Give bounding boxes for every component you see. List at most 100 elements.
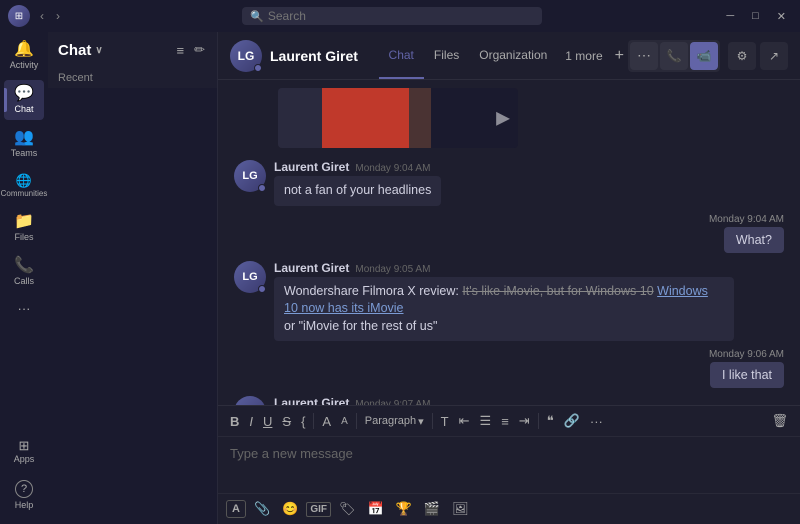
back-button[interactable]: ‹ <box>36 7 48 25</box>
sidebar-item-help[interactable]: ? Help <box>4 474 44 516</box>
minimize-button[interactable]: ─ <box>720 8 740 24</box>
sidebar-item-apps[interactable]: ⊞ Apps <box>4 433 44 470</box>
message-meta: Laurent Giret Monday 9:04 AM <box>274 160 441 174</box>
search-input[interactable] <box>268 9 534 23</box>
numbered-list-button[interactable]: ≡ <box>497 411 513 432</box>
bold-button[interactable]: B <box>226 411 243 432</box>
schedule-meeting-button[interactable]: 📅 <box>364 498 388 520</box>
tab-chat-label: Chat <box>389 48 414 62</box>
calls-icon: 📞 <box>14 258 34 274</box>
maximize-button[interactable]: □ <box>746 8 765 24</box>
tab-chat[interactable]: Chat <box>379 32 424 79</box>
paragraph-dropdown[interactable]: Paragraph ▾ <box>361 412 428 431</box>
font-color-button[interactable]: A <box>318 411 335 432</box>
message-sender: Laurent Giret <box>274 261 349 275</box>
more-options-button[interactable]: ⋯ <box>630 42 658 70</box>
help-icon: ? <box>15 480 33 498</box>
forward-button[interactable]: › <box>52 7 64 25</box>
italic-button[interactable]: I <box>245 411 257 432</box>
chat-list-actions: ≡ ✏ <box>175 40 208 60</box>
format-text-button[interactable]: A <box>226 500 246 518</box>
shared-image: ▶ <box>278 88 518 148</box>
message-meta: Laurent Giret Monday 9:05 AM <box>274 261 734 275</box>
tab-files-label: Files <box>434 48 459 62</box>
sidebar-item-label: Help <box>15 500 34 510</box>
compose-button[interactable]: ✏ <box>192 40 207 60</box>
outdent-button[interactable]: ⇤ <box>455 410 474 432</box>
stream-button[interactable]: 🎬 <box>420 498 444 520</box>
message-text-normal: Wondershare Filmora X review: <box>284 284 462 298</box>
popout-button[interactable]: ↗ <box>760 42 788 70</box>
praise-button[interactable]: 🏆 <box>392 498 416 520</box>
chat-list-content[interactable] <box>48 88 217 524</box>
underline-button[interactable]: U <box>259 411 276 432</box>
main-layout: 🔔 Activity 💬 Chat 👥 Teams 🌐 Communities … <box>0 32 800 524</box>
strikethrough-button[interactable]: S <box>278 411 295 432</box>
sidebar-item-calls[interactable]: 📞 Calls <box>4 252 44 292</box>
compose-placeholder: Type a new message <box>230 446 353 461</box>
image-button[interactable]: 🖼 <box>448 498 473 520</box>
indent-right-button[interactable]: ⇥ <box>515 410 534 432</box>
tab-more[interactable]: 1 more <box>557 49 610 63</box>
sidebar-item-label: Communities <box>1 189 48 198</box>
titlebar-nav: ‹ › <box>36 7 64 25</box>
close-button[interactable]: ✕ <box>771 8 792 25</box>
online-status-dot <box>254 64 262 72</box>
own-message-content: Monday 9:04 AM What? <box>709 214 784 253</box>
chat-icon: 💬 <box>14 86 34 102</box>
attach-button[interactable]: 📎 <box>250 498 274 520</box>
tab-organization-label: Organization <box>479 48 547 62</box>
message-text-second-line: or "iMovie for the rest of us" <box>284 319 437 333</box>
emoji-button[interactable]: 😊 <box>278 498 302 520</box>
image-thumbnail: ▶ <box>278 88 518 148</box>
video-call-button[interactable]: 📹 <box>690 42 718 70</box>
link-button[interactable]: 🔗 <box>560 410 584 432</box>
indent-button[interactable]: { <box>297 411 309 432</box>
online-dot <box>258 285 266 293</box>
toolbar-separator <box>538 413 539 429</box>
discard-button[interactable]: 🗑 <box>767 410 792 432</box>
chat-contact-avatar: LG <box>230 40 262 72</box>
message-avatar: LG <box>234 160 266 192</box>
titlebar-left: ⊞ ‹ › <box>8 5 64 27</box>
audio-call-button[interactable]: 📞 <box>660 42 688 70</box>
quote-button[interactable]: ❝ <box>543 410 558 432</box>
toolbar-separator <box>356 413 357 429</box>
sidebar-item-more[interactable]: ··· <box>4 296 44 321</box>
tab-files[interactable]: Files <box>424 32 469 79</box>
font-size-button[interactable]: A <box>337 413 352 430</box>
message-text: not a fan of your headlines <box>284 183 431 197</box>
online-dot <box>258 184 266 192</box>
message-content: Laurent Giret Monday 9:07 AM iPhone 12 P… <box>274 396 734 405</box>
message-content: Laurent Giret Monday 9:04 AM not a fan o… <box>274 160 441 206</box>
sidebar-item-files[interactable]: 📁 Files <box>4 208 44 248</box>
chat-header-actions: ⋯ 📞 📹 ⚙ ↗ <box>628 40 788 72</box>
sidebar-item-communities[interactable]: 🌐 Communities <box>4 168 44 204</box>
sidebar-item-chat[interactable]: 💬 Chat <box>4 80 44 120</box>
toolbar-separator <box>313 413 314 429</box>
toolbar-separator <box>432 413 433 429</box>
more-format-button[interactable]: ··· <box>586 411 607 432</box>
filter-button[interactable]: ≡ <box>175 40 187 60</box>
sidebar-item-label: Teams <box>11 148 38 158</box>
settings-button[interactable]: ⚙ <box>728 42 756 70</box>
bullet-list-button[interactable]: ☰ <box>476 410 496 432</box>
sticker-button[interactable]: 🏷 <box>335 498 360 520</box>
sidebar-item-teams[interactable]: 👥 Teams <box>4 124 44 164</box>
chat-contact-name: Laurent Giret <box>270 48 358 64</box>
chat-list-header: Chat ∨ ≡ ✏ <box>48 32 217 68</box>
teams-icon: 👥 <box>14 130 34 146</box>
text-format-button[interactable]: T <box>437 411 453 432</box>
own-message-bubble: I like that <box>710 362 784 388</box>
message-group: LG Laurent Giret Monday 9:04 AM not a fa… <box>234 160 784 206</box>
compose-toolbar: B I U S { A A Paragraph ▾ T ⇤ ☰ ≡ ⇥ ❝ 🔗 … <box>218 406 800 437</box>
chevron-down-icon: ∨ <box>95 45 102 56</box>
compose-input-area[interactable]: Type a new message <box>218 437 800 493</box>
sidebar-item-activity[interactable]: 🔔 Activity <box>4 36 44 76</box>
messages-area: ▶ LG Laurent Giret Monday 9:04 AM not a … <box>218 80 800 405</box>
message-group: LG Laurent Giret Monday 9:07 AM iPhone 1… <box>234 396 784 405</box>
tab-add-button[interactable]: + <box>611 47 628 65</box>
compose-area: B I U S { A A Paragraph ▾ T ⇤ ☰ ≡ ⇥ ❝ 🔗 … <box>218 405 800 524</box>
tab-organization[interactable]: Organization <box>469 32 557 79</box>
gif-button[interactable]: GIF <box>306 502 331 517</box>
